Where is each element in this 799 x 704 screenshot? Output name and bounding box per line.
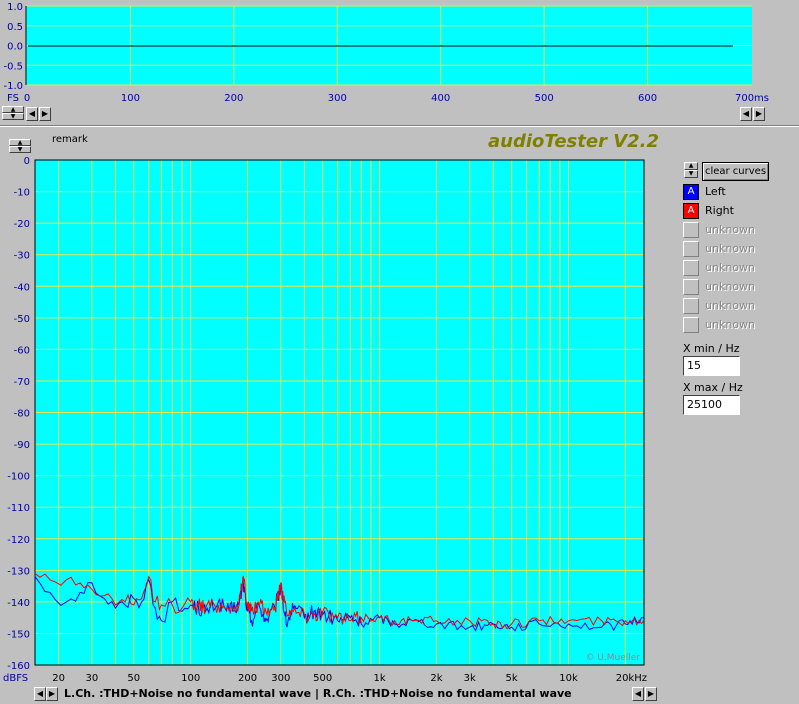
scope-x-unit-label: FS (7, 93, 19, 104)
spectrum-y-tick-label: -110 (7, 503, 30, 514)
spectrum-y-tick-label: -20 (14, 219, 30, 230)
channel-color-swatch[interactable]: A (683, 184, 699, 200)
scope-y-spinner[interactable]: ▲ ▼ (2, 106, 24, 120)
spectrum-x-tick-label: 20kHz (616, 673, 647, 684)
scope-time-right-button[interactable]: ▶ (753, 107, 765, 121)
channel-row[interactable]: A Right (683, 203, 773, 220)
scope-x-tick-label: 100 (121, 93, 140, 104)
spectrum-y-tick-label: 0 (24, 156, 30, 167)
xmin-label: X min / Hz (683, 342, 740, 355)
spectrum-x-tick-label: 500 (313, 673, 332, 684)
channel-color-swatch[interactable] (683, 241, 699, 257)
channel-color-swatch[interactable] (683, 222, 699, 238)
scope-x-tick-label: 0 (24, 93, 30, 104)
channel-row[interactable]: unknown (683, 279, 773, 296)
scope-y-tick-label: 1.0 (7, 2, 23, 13)
clear-curves-button[interactable]: clear curves (702, 162, 769, 181)
spectrum-y-tick-label: -140 (7, 598, 30, 609)
scope-x-tick-label: 600 (638, 93, 657, 104)
scope-scroll-right-button[interactable]: ▶ (39, 107, 51, 121)
channel-label: unknown (705, 223, 755, 236)
channel-color-swatch[interactable] (683, 260, 699, 276)
spectrum-x-tick-label: 20 (52, 673, 65, 684)
channel-label: unknown (705, 261, 755, 274)
channel-row[interactable]: unknown (683, 317, 773, 334)
scope-x-tick-label: 700ms (735, 93, 769, 104)
spectrum-y-tick-label: -60 (14, 345, 30, 356)
channel-row[interactable]: unknown (683, 260, 773, 277)
spectrum-y-tick-label: -120 (7, 535, 30, 546)
channel-row[interactable]: unknown (683, 298, 773, 315)
spectrum-x-tick-label: 3k (464, 673, 476, 684)
curves-spinner[interactable]: ▲ ▼ (684, 162, 698, 178)
spectrum-x-tick-label: 2k (430, 673, 442, 684)
scope-time-left-button[interactable]: ◀ (740, 107, 752, 121)
channel-label: unknown (705, 242, 755, 255)
app-title: audioTester V2.2 (488, 131, 660, 152)
xmin-input[interactable]: 15 (683, 356, 740, 376)
spectrum-x-tick-label: 300 (271, 673, 290, 684)
scope-x-tick-label: 300 (328, 93, 347, 104)
xmax-input[interactable]: 25100 (683, 395, 740, 415)
scope-y-tick-label: 0.5 (7, 22, 23, 33)
spectrum-y-tick-label: -150 (7, 629, 30, 640)
panel-divider (0, 125, 799, 127)
spectrum-y-unit-label: dBFS (3, 673, 28, 684)
channel-row[interactable]: unknown (683, 222, 773, 239)
spectrum-y-tick-label: -100 (7, 472, 30, 483)
spectrum-x-tick-label: 10k (559, 673, 578, 684)
spectrum-scroll-right-button[interactable]: ▶ (46, 687, 58, 701)
spectrum-y-tick-label: -90 (14, 440, 30, 451)
spectrum-y-tick-label: -30 (14, 251, 30, 262)
scope-x-tick-label: 200 (224, 93, 243, 104)
spectrum-x-tick-label: 200 (238, 673, 257, 684)
scope-y-tick-label: -1.0 (3, 81, 23, 92)
scope-y-up-button[interactable]: ▲ (2, 106, 24, 113)
spectrum-scroll-left-button[interactable]: ◀ (34, 687, 46, 701)
channel-label: unknown (705, 318, 755, 331)
channel-label: unknown (705, 280, 755, 293)
spectrum-y-tick-label: -70 (14, 377, 30, 388)
spectrum-x-tick-label: 5k (506, 673, 518, 684)
channel-row[interactable]: unknown (683, 241, 773, 258)
status-text: L.Ch. :THD+Noise no fundamental wave | R… (60, 686, 641, 702)
channel-label: Left (705, 185, 726, 198)
credit-text: © U.Mueller (585, 653, 640, 663)
spectrum-y-tick-label: -80 (14, 409, 30, 420)
freq-scroll-right-button[interactable]: ▶ (645, 687, 657, 701)
scope-x-tick-label: 500 (535, 93, 554, 104)
channel-color-swatch[interactable]: A (683, 203, 699, 219)
channel-row[interactable]: A Left (683, 184, 773, 201)
spectrum-y-tick-label: -130 (7, 566, 30, 577)
spectrum-x-tick-label: 100 (181, 673, 200, 684)
spectrum-x-tick-label: 30 (86, 673, 99, 684)
channel-color-swatch[interactable] (683, 279, 699, 295)
channel-color-swatch[interactable] (683, 317, 699, 333)
channel-label: Right (705, 204, 734, 217)
scope-y-tick-label: -0.5 (3, 61, 23, 72)
spectrum-chart: 0 -10 -20 -30 -40 -50 -60 -70 -80 -90 -100 -110 -120… (3, 156, 647, 684)
scope-scroll-left-button[interactable]: ◀ (26, 107, 38, 121)
remark-label: remark (52, 134, 88, 145)
channel-color-swatch[interactable] (683, 298, 699, 314)
curves-up-button[interactable]: ▲ (684, 162, 698, 170)
spectrum-y-tick-label: -40 (14, 282, 30, 293)
xmax-label: X max / Hz (683, 381, 743, 394)
scope-x-tick-label: 400 (431, 93, 450, 104)
scope-y-down-button[interactable]: ▼ (2, 113, 24, 120)
channel-label: unknown (705, 299, 755, 312)
spectrum-y-tick-label: -160 (7, 661, 30, 672)
spectrum-x-tick-label: 1k (373, 673, 385, 684)
spectrum-y-tick-label: -10 (14, 188, 30, 199)
spectrum-y-tick-label: -50 (14, 314, 30, 325)
curves-down-button[interactable]: ▼ (684, 170, 698, 178)
time-domain-scope: 1.0 0.5 0.0 -0.5 -1.00 100 200 300 400 500 600 700m… (3, 2, 769, 104)
scope-y-tick-label: 0.0 (7, 42, 23, 53)
freq-scroll-left-button[interactable]: ◀ (632, 687, 644, 701)
spectrum-y-up-button[interactable]: ▲ (9, 139, 31, 146)
spectrum-x-tick-label: 50 (127, 673, 140, 684)
